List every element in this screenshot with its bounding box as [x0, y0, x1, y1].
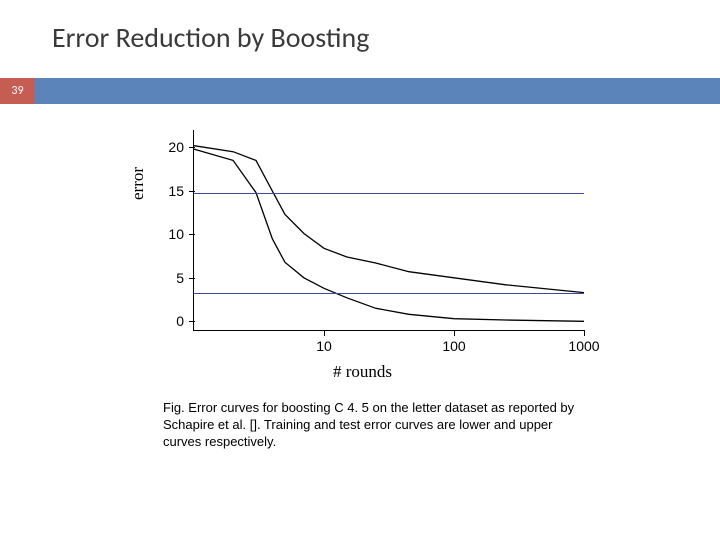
series-test_error_upper [194, 146, 584, 293]
page-title: Error Reduction by Boosting [52, 20, 369, 55]
slide-number-badge: 39 [0, 78, 35, 104]
x-axis-label: # rounds [333, 362, 392, 382]
x-tick: 100 [424, 330, 484, 354]
y-tick: 0 [144, 313, 194, 329]
x-tick: 10 [294, 330, 354, 354]
reference-line [194, 193, 584, 194]
chart: error # rounds 05101520101001000 [133, 130, 593, 390]
y-tick: 10 [144, 226, 194, 242]
y-tick: 20 [144, 139, 194, 155]
header-bar [35, 78, 720, 104]
figure-caption: Fig. Error curves for boosting C 4. 5 on… [163, 400, 591, 451]
plot-area: 05101520101001000 [193, 130, 584, 331]
header-band: 39 [0, 78, 720, 104]
reference-line [194, 293, 584, 294]
chart-curves [194, 130, 584, 330]
slide: Error Reduction by Boosting 39 error # r… [0, 0, 720, 540]
y-tick: 15 [144, 183, 194, 199]
series-training_error_lower [194, 149, 584, 321]
y-tick: 5 [144, 270, 194, 286]
x-tick: 1000 [554, 330, 614, 354]
